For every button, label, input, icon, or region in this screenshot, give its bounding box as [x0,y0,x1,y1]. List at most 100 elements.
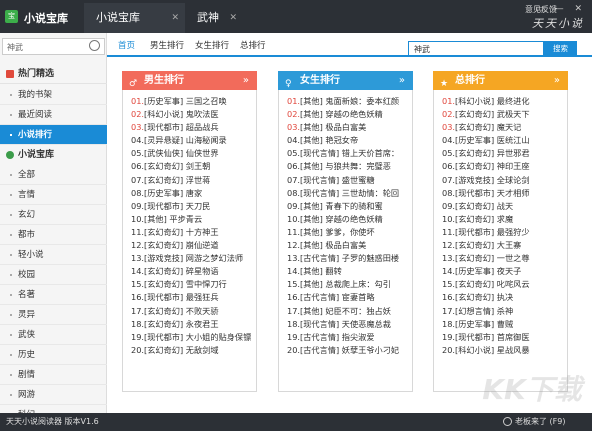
book-title-link[interactable]: [武侠仙侠] 仙侠世界 [144,148,219,158]
sidebar-item-all[interactable]: 全部 [0,165,107,185]
list-item[interactable]: 05.[现代言情] 错上天价首席： [287,147,412,160]
tab-male-ranking[interactable]: 男生排行 [150,39,184,51]
book-title-link[interactable]: [玄幻奇幻] 战天 [455,201,513,211]
tab-novel-library[interactable]: 小说宝库 ✕ [84,3,185,33]
list-item[interactable]: 04.[灵异悬疑] 山海秘闻录 [131,134,256,147]
sidebar-search-input[interactable]: 神武 [2,38,105,55]
book-title-link[interactable]: [玄幻奇幻] 不败天骄 [144,306,219,316]
list-item[interactable]: 19.[现代都市] 首席御医 [442,331,567,344]
book-title-link[interactable]: [现代都市] 首席御医 [455,332,530,342]
book-title-link[interactable]: [其他] 极品白富美 [300,240,366,250]
book-title-link[interactable]: [其他] 青春下的骑和蜜 [300,201,383,211]
book-title-link[interactable]: [历史军事] 唐家 [144,188,202,198]
book-title-link[interactable]: [其他] 穿越の绝色妖精 [300,109,383,119]
more-arrow-icon[interactable]: » [399,71,405,90]
list-item[interactable]: 20.[玄幻奇幻] 无敌剑域 [131,344,256,357]
list-item[interactable]: 14.[历史军事] 夜天子 [442,265,567,278]
list-item[interactable]: 16.[古代言情] 宦妻首略 [287,291,412,304]
book-title-link[interactable]: [古代言情] 妖孽王爷小刁妃 [300,345,399,355]
book-title-link[interactable]: [玄幻奇幻] 雪中悍刀行 [144,279,227,289]
book-title-link[interactable]: [古代言情] 指尖淑爱 [300,332,375,342]
list-item[interactable]: 11.[其他] 爹爹，你使坏 [287,226,412,239]
book-title-link[interactable]: [玄幻奇幻] 叱咤风云 [455,279,530,289]
list-item[interactable]: 13.[游戏竞技] 网游之梦幻法师 [131,252,256,265]
sidebar-item-fantasy[interactable]: 玄幻 [0,205,107,225]
sidebar-item-wuxia[interactable]: 武侠 [0,325,107,345]
book-title-link[interactable]: [其他] 艳冠女帝 [300,135,358,145]
close-icon[interactable]: ✕ [171,3,179,33]
list-item[interactable]: 02.[玄幻奇幻] 武极天下 [442,108,567,121]
book-title-link[interactable]: [古代言情] 宦妻首略 [300,292,375,302]
list-item[interactable]: 09.[玄幻奇幻] 战天 [442,200,567,213]
book-title-link[interactable]: [玄幻奇幻] 永夜君王 [144,319,219,329]
book-title-link[interactable]: [现代都市] 大小姐的贴身保镖 [144,332,251,342]
sidebar-item-history[interactable]: 历史 [0,345,107,365]
list-item[interactable]: 18.[现代言情] 天使恶魔总裁 [287,318,412,331]
book-title-link[interactable]: [科幻小说] 最终进化 [455,96,530,106]
list-item[interactable]: 15.[玄幻奇幻] 叱咤风云 [442,278,567,291]
list-item[interactable]: 16.[玄幻奇幻] 执决 [442,291,567,304]
list-item[interactable]: 12.[玄幻奇幻] 崩仙逆道 [131,239,256,252]
sidebar-item-campus[interactable]: 校园 [0,265,107,285]
book-title-link[interactable]: [现代言情] 三世劫情：轮回 [300,188,399,198]
list-item[interactable]: 02.[科幻小说] 鬼吹法医 [131,108,256,121]
tab-female-ranking[interactable]: 女生排行 [195,39,229,51]
list-item[interactable]: 13.[古代言情] 子罗的魅惑田楼 [287,252,412,265]
list-item[interactable]: 06.[其他] 与狼共舞：完璧恶 [287,160,412,173]
book-title-link[interactable]: [历史军事] 曹贼 [455,319,513,329]
list-item[interactable]: 18.[玄幻奇幻] 永夜君王 [131,318,256,331]
sidebar-item-classics[interactable]: 名著 [0,285,107,305]
book-title-link[interactable]: [幻想言情] 杀神 [455,306,513,316]
book-title-link[interactable]: [现代言情] 盛世蜜糖 [300,175,375,185]
list-item[interactable]: 05.[武侠仙侠] 仙侠世界 [131,147,256,160]
list-item[interactable]: 17.[幻想言情] 杀神 [442,305,567,318]
list-item[interactable]: 11.[玄幻奇幻] 十方神王 [131,226,256,239]
boss-key-icon[interactable] [503,417,512,426]
list-item[interactable]: 20.[古代言情] 妖孽王爷小刁妃 [287,344,412,357]
list-item[interactable]: 09.[现代都市] 天刀民 [131,200,256,213]
book-title-link[interactable]: [玄幻奇幻] 无敌剑域 [144,345,219,355]
list-item[interactable]: 16.[现代都市] 最强狂兵 [131,291,256,304]
list-item[interactable]: 13.[玄幻奇幻] 一世之尊 [442,252,567,265]
list-item[interactable]: 03.[现代都市] 超品战兵 [131,121,256,134]
close-icon[interactable]: ✕ [229,3,237,33]
list-item[interactable]: 01.[科幻小说] 最终进化 [442,95,567,108]
book-title-link[interactable]: [玄幻奇幻] 神印王座 [455,161,530,171]
list-item[interactable]: 01.[历史军事] 三国之召唤 [131,95,256,108]
sidebar-item-light-novel[interactable]: 轻小说 [0,245,107,265]
book-title-link[interactable]: [玄幻奇幻] 崩仙逆道 [144,240,219,250]
book-title-link[interactable]: [玄幻奇幻] 武极天下 [455,109,530,119]
book-title-link[interactable]: [现代言情] 错上天价首席： [300,148,399,158]
book-title-link[interactable]: [玄幻奇幻] 十方神王 [144,227,219,237]
sidebar-item-bookshelf[interactable]: 我的书架 [0,85,107,105]
book-title-link[interactable]: [其他] 鬼面新娘：委本红颜 [300,96,399,106]
list-item[interactable]: 02.[其他] 穿越の绝色妖精 [287,108,412,121]
more-arrow-icon[interactable]: » [554,71,560,90]
list-item[interactable]: 12.[其他] 极品白富美 [287,239,412,252]
book-title-link[interactable]: [其他] 极品白富美 [300,122,366,132]
sidebar-item-urban[interactable]: 都市 [0,225,107,245]
sidebar-item-recent[interactable]: 最近阅读 [0,105,107,125]
list-item[interactable]: 08.[历史军事] 唐家 [131,187,256,200]
tab-total-ranking[interactable]: 总排行 [240,39,266,51]
book-title-link[interactable]: [现代都市] 天才相师 [455,188,530,198]
list-item[interactable]: 08.[现代言情] 三世劫情：轮回 [287,187,412,200]
sidebar-item-romance[interactable]: 言情 [0,185,107,205]
book-title-link[interactable]: [现代言情] 天使恶魔总裁 [300,319,391,329]
book-title-link[interactable]: [现代都市] 超品战兵 [144,122,219,132]
list-item[interactable]: 15.[其他] 总裁爬上床：勾引 [287,278,412,291]
book-title-link[interactable]: [古代言情] 子罗的魅惑田楼 [300,253,399,263]
list-item[interactable]: 10.[其他] 平步青云 [131,213,256,226]
list-item[interactable]: 04.[历史军事] 医统江山 [442,134,567,147]
list-item[interactable]: 05.[玄幻奇幻] 异世邪君 [442,147,567,160]
main-search-input[interactable]: 神武 [408,41,544,56]
list-item[interactable]: 17.[玄幻奇幻] 不败天骄 [131,305,256,318]
book-title-link[interactable]: [历史军事] 夜天子 [455,266,521,276]
book-title-link[interactable]: [其他] 与狼共舞：完璧恶 [300,161,391,171]
book-title-link[interactable]: [其他] 穿越の绝色妖精 [300,214,383,224]
sidebar-item-online-game[interactable]: 网游 [0,385,107,405]
book-title-link[interactable]: [玄幻奇幻] 大王寨 [455,240,521,250]
tab-home[interactable]: 首页 [114,39,139,57]
list-item[interactable]: 06.[玄幻奇幻] 剑王朝 [131,160,256,173]
book-title-link[interactable]: [玄幻奇幻] 碎星物语 [144,266,219,276]
